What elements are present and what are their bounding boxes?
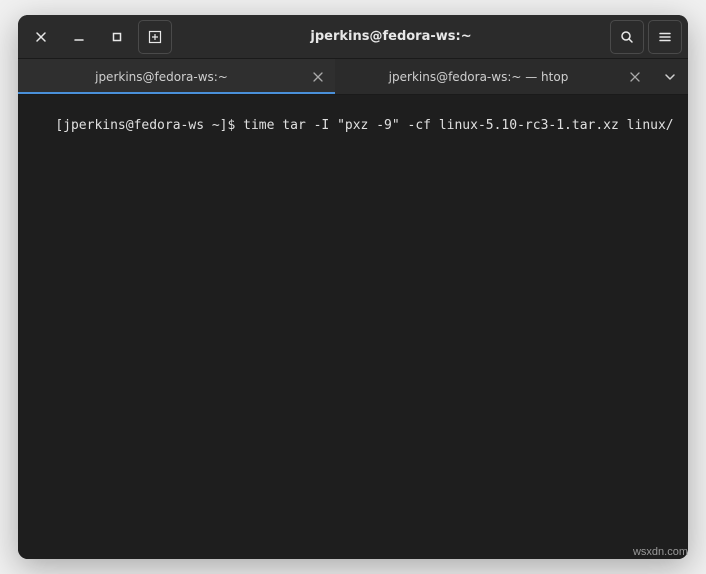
search-icon bbox=[620, 30, 634, 44]
maximize-icon bbox=[111, 31, 123, 43]
new-tab-button[interactable] bbox=[138, 20, 172, 54]
tab-close-button[interactable] bbox=[626, 68, 644, 86]
tabs-dropdown-button[interactable] bbox=[652, 59, 688, 94]
close-icon bbox=[313, 72, 323, 82]
close-icon bbox=[35, 31, 47, 43]
close-button[interactable] bbox=[24, 20, 58, 54]
watermark-text: wsxdn.com bbox=[633, 546, 688, 558]
minimize-icon bbox=[73, 31, 85, 43]
tab-label: jperkins@fedora-ws:~ — htop bbox=[343, 70, 614, 84]
terminal-area[interactable]: [jperkins@fedora-ws ~]$ time tar -I "pxz… bbox=[18, 95, 688, 559]
maximize-button[interactable] bbox=[100, 20, 134, 54]
tab-label: jperkins@fedora-ws:~ bbox=[26, 70, 297, 84]
close-icon bbox=[630, 72, 640, 82]
tab-2[interactable]: jperkins@fedora-ws:~ — htop bbox=[335, 59, 652, 94]
chevron-down-icon bbox=[664, 71, 676, 83]
terminal-window: jperkins@fedora-ws:~ jperkins@fedora-ws:… bbox=[18, 15, 688, 559]
tab-close-button[interactable] bbox=[309, 68, 327, 86]
tab-1[interactable]: jperkins@fedora-ws:~ bbox=[18, 59, 335, 94]
menu-button[interactable] bbox=[648, 20, 682, 54]
minimize-button[interactable] bbox=[62, 20, 96, 54]
shell-prompt: [jperkins@fedora-ws ~]$ bbox=[55, 118, 243, 133]
new-tab-icon bbox=[148, 30, 162, 44]
search-button[interactable] bbox=[610, 20, 644, 54]
window-title: jperkins@fedora-ws:~ bbox=[176, 29, 606, 44]
command-text: time tar -I "pxz -9" -cf linux-5.10-rc3-… bbox=[243, 118, 673, 133]
hamburger-icon bbox=[658, 30, 672, 44]
titlebar: jperkins@fedora-ws:~ bbox=[18, 15, 688, 59]
tab-bar: jperkins@fedora-ws:~ jperkins@fedora-ws:… bbox=[18, 59, 688, 95]
